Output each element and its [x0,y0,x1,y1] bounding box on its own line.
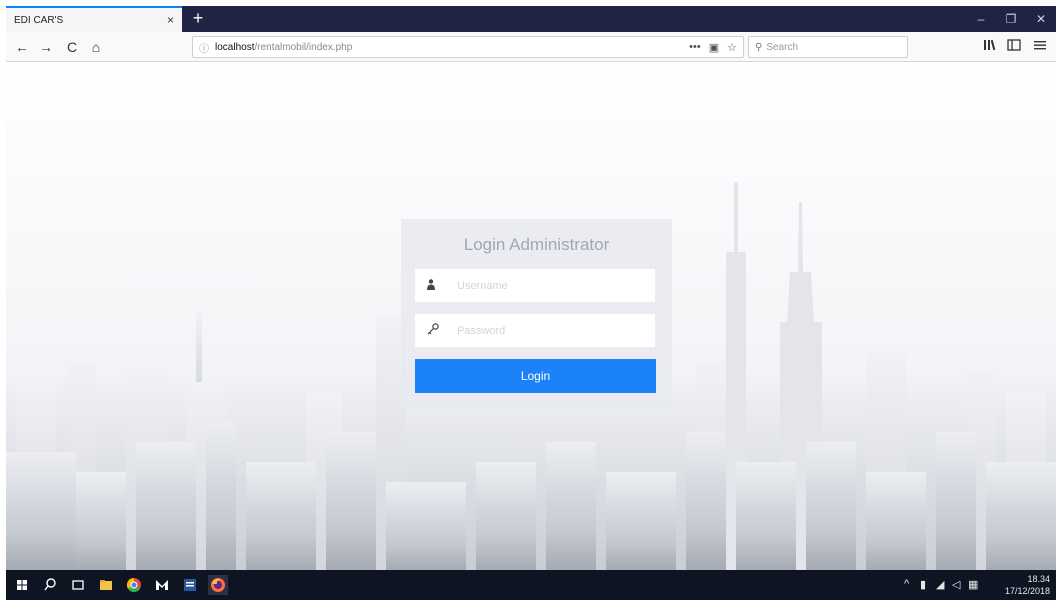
navigation-bar: ← → C ⌂ ⓘ localhost /rentalmobil/index.p… [6,32,1056,62]
page-content: Login Administrator Login [6,62,1056,570]
bookmark-star-icon[interactable]: ☆ [727,41,737,54]
browser-tab[interactable]: EDI CAR'S × [6,6,182,32]
password-input[interactable] [457,324,647,337]
back-icon[interactable]: ← [12,37,32,57]
reload-icon[interactable]: C [62,37,82,57]
search-placeholder: Search [766,41,799,53]
search-box[interactable]: ⚲ Search [748,36,908,58]
login-button[interactable]: Login [415,359,656,393]
username-input[interactable] [457,279,647,292]
forward-icon[interactable]: → [36,37,56,57]
sidebar-icon[interactable] [1004,37,1024,57]
battery-icon[interactable]: ▮ [920,578,926,591]
tab-close-icon[interactable]: × [167,13,174,27]
tab-strip: EDI CAR'S × + – ❐ ✕ [6,6,1056,32]
tray-expand-icon[interactable]: ^ [904,578,909,590]
url-host: localhost [215,41,255,53]
system-clock[interactable]: 18.34 17/12/2018 [1005,573,1050,597]
key-icon [427,323,443,338]
pocket-icon[interactable]: ▣ [709,41,719,54]
login-panel: Login Administrator Login [401,219,672,409]
firefox-icon[interactable] [208,575,228,595]
clock-time: 18.34 [1027,574,1050,584]
new-tab-button[interactable]: + [188,8,208,28]
menu-icon[interactable] [1030,37,1050,57]
tab-title: EDI CAR'S [14,14,64,26]
url-path: /rentalmobil/index.php [254,41,353,53]
volume-icon[interactable]: ◁ [952,578,960,591]
home-icon[interactable]: ⌂ [86,37,106,57]
file-explorer-icon[interactable] [96,575,116,595]
windows-taskbar: ^ ▮ ◢ ◁ ▦ 18.34 17/12/2018 [6,570,1056,600]
url-bar[interactable]: ⓘ localhost /rentalmobil/index.php ••• ▣… [192,36,744,58]
word-icon[interactable] [180,575,200,595]
task-view-icon[interactable] [68,575,88,595]
user-icon [427,278,443,293]
restore-icon[interactable]: ❐ [996,6,1026,32]
mail-app-icon[interactable] [152,575,172,595]
close-window-icon[interactable]: ✕ [1026,6,1056,32]
library-icon[interactable] [981,37,1001,57]
site-info-icon[interactable]: ⓘ [199,40,209,55]
password-field[interactable] [415,314,655,347]
input-method-icon[interactable]: ▦ [968,578,978,591]
network-icon[interactable]: ◢ [936,578,944,591]
clock-date: 17/12/2018 [1004,586,1050,596]
minimize-icon[interactable]: – [966,6,996,32]
search-taskbar-icon[interactable] [40,575,60,595]
login-title: Login Administrator [463,235,610,254]
chrome-icon[interactable] [124,575,144,595]
username-field[interactable] [415,269,655,302]
search-icon: ⚲ [755,41,763,53]
windows-start-icon[interactable] [12,575,32,595]
page-actions-icon[interactable]: ••• [689,41,701,54]
url-actions: ••• ▣ ☆ [689,41,737,54]
